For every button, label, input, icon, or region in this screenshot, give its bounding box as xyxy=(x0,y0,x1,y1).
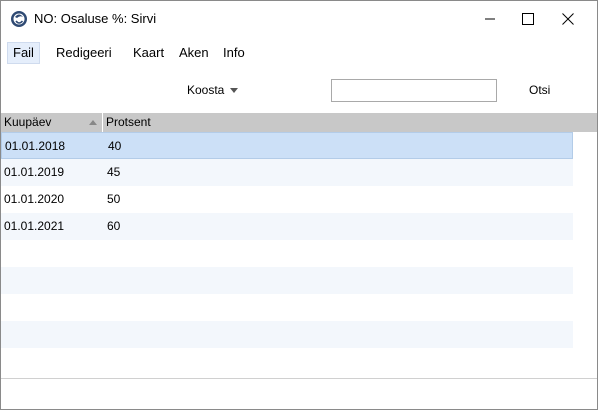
search-input[interactable] xyxy=(331,79,497,102)
table-body: 01.01.2018 40 01.01.2019 45 01.01.2020 5… xyxy=(1,132,573,375)
cell-date: 01.01.2019 xyxy=(4,165,65,179)
cell-percent: 60 xyxy=(107,219,121,233)
menu-item-fail[interactable]: Fail xyxy=(7,42,40,64)
menu-item-aken[interactable]: Aken xyxy=(174,42,214,64)
app-window: NO: Osaluse %: Sirvi Fail Redigeeri Kaar… xyxy=(0,0,598,410)
table-row[interactable]: 01.01.2020 50 xyxy=(1,186,573,213)
status-divider xyxy=(1,378,597,379)
cell-date: 01.01.2020 xyxy=(4,192,65,206)
close-icon xyxy=(562,13,574,25)
empty-row xyxy=(1,267,573,294)
app-logo-icon xyxy=(11,11,27,27)
maximize-icon xyxy=(522,13,534,25)
column-header-protsent[interactable]: Protsent xyxy=(106,115,151,129)
menu-item-info[interactable]: Info xyxy=(218,42,250,64)
empty-row xyxy=(1,294,573,321)
toolbar: Koosta xyxy=(1,67,597,111)
title-bar[interactable]: NO: Osaluse %: Sirvi xyxy=(1,1,597,37)
column-separator[interactable] xyxy=(102,113,103,132)
table-row[interactable]: 01.01.2019 45 xyxy=(1,159,573,186)
empty-row xyxy=(1,240,573,267)
window-title: NO: Osaluse %: Sirvi xyxy=(34,11,157,26)
cell-percent: 45 xyxy=(107,165,121,179)
chevron-down-icon xyxy=(230,88,239,94)
column-header-kuupaev[interactable]: Kuupäev xyxy=(4,115,51,129)
menu-item-kaart[interactable]: Kaart xyxy=(128,42,169,64)
cell-percent: 50 xyxy=(107,192,121,206)
table-row[interactable]: 01.01.2021 60 xyxy=(1,213,573,240)
koosta-dropdown-button[interactable]: Koosta xyxy=(187,83,239,97)
search-button[interactable]: Otsi xyxy=(529,83,550,97)
sort-ascending-icon xyxy=(89,120,97,125)
menu-bar: Fail Redigeeri Kaart Aken Info xyxy=(1,41,597,65)
table-header: Kuupäev Protsent xyxy=(1,113,597,132)
minimize-icon xyxy=(485,18,495,20)
empty-row xyxy=(1,321,573,348)
close-button[interactable] xyxy=(545,1,591,37)
cell-date: 01.01.2018 xyxy=(5,139,66,153)
koosta-label: Koosta xyxy=(187,83,225,97)
empty-row xyxy=(1,348,573,375)
table-row[interactable]: 01.01.2018 40 xyxy=(1,132,573,159)
menu-item-redigeeri[interactable]: Redigeeri xyxy=(51,42,117,64)
cell-percent: 40 xyxy=(108,139,122,153)
cell-date: 01.01.2021 xyxy=(4,219,65,233)
